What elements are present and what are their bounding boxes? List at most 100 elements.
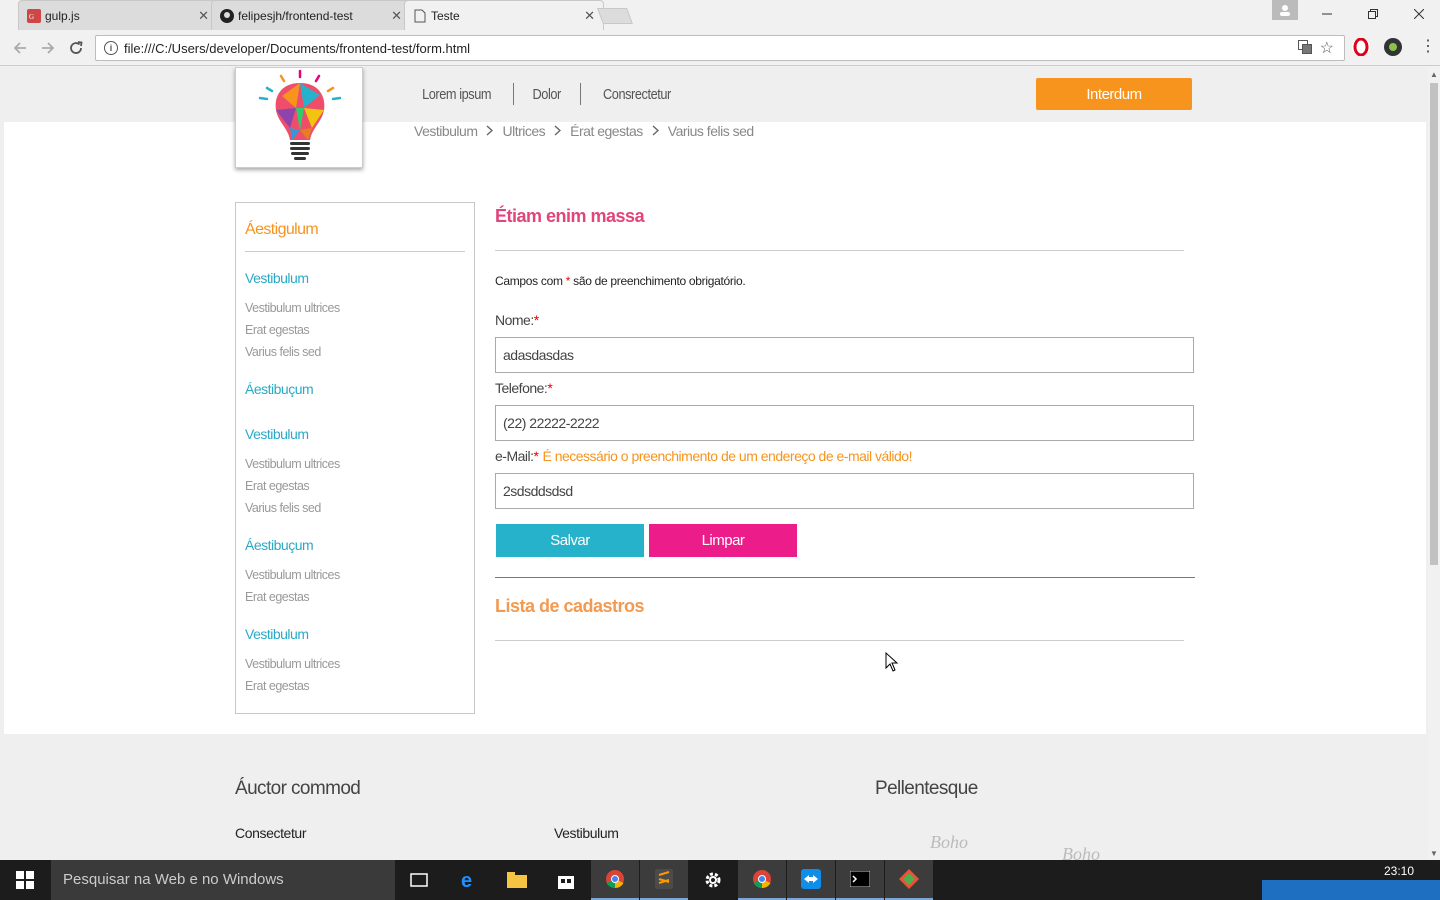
svg-text:e: e	[461, 870, 472, 890]
notification-popup[interactable]	[1262, 880, 1440, 900]
sidebar-item-heading[interactable]: Áestibuçum	[245, 537, 314, 553]
sidebar-item-heading[interactable]: Vestibulum	[245, 270, 309, 286]
email-field[interactable]	[495, 473, 1194, 509]
required-note: Campos com * são de preenchimento obriga…	[495, 274, 746, 288]
sidebar-item-heading[interactable]: Vestibulum	[245, 426, 309, 442]
footer-title: Áuctor commod	[235, 778, 361, 799]
profile-icon[interactable]	[1272, 0, 1298, 20]
sidebar-item[interactable]: Varius felis sed	[245, 345, 321, 359]
required-note-text: são de preenchimento obrigatório.	[570, 274, 746, 288]
name-label: Nome:*	[495, 312, 539, 328]
nav-item-consrectetur[interactable]: Consrectetur	[589, 86, 684, 103]
task-view-icon[interactable]	[395, 860, 443, 900]
translate-icon[interactable]	[1298, 40, 1312, 57]
site-logo[interactable]	[235, 67, 363, 168]
form-title: Étiam enim massa	[495, 206, 645, 226]
sidebar-item[interactable]: Erat egestas	[245, 679, 310, 693]
window-close-icon[interactable]	[1396, 0, 1440, 28]
tab-gulp[interactable]: G gulp.js ✕	[18, 0, 218, 30]
windows-taskbar: Pesquisar na Web e no Windows e 23:10	[0, 860, 1440, 900]
gitkraken-icon[interactable]	[885, 860, 933, 900]
page-scrollbar[interactable]: ▲ ▼	[1428, 67, 1440, 860]
scroll-down-icon[interactable]: ▼	[1428, 846, 1440, 860]
nav-item-lorem-ipsum[interactable]: Lorem ipsum	[408, 86, 504, 103]
document-icon	[413, 9, 427, 23]
required-star: *	[533, 312, 539, 328]
footer-link[interactable]: Vestibulum	[554, 825, 619, 841]
sidebar-item[interactable]: Vestibulum ultrices	[245, 457, 340, 471]
sidebar-item-heading[interactable]: Vestibulum	[245, 626, 309, 642]
sidebar-item[interactable]: Vestibulum ultrices	[245, 657, 340, 671]
file-explorer-icon[interactable]	[493, 860, 541, 900]
taskbar-search[interactable]: Pesquisar na Web e no Windows	[51, 860, 395, 900]
sidebar-title: Áestigulum	[245, 221, 319, 238]
nav-item-dolor[interactable]: Dolor	[519, 86, 575, 103]
nav-divider	[579, 83, 581, 105]
sublime-text-icon[interactable]	[640, 860, 688, 900]
breadcrumb-item[interactable]: Vestibulum	[414, 123, 478, 139]
phone-label: Telefone:*	[495, 380, 553, 396]
breadcrumb-item[interactable]: Varius felis sed	[668, 123, 754, 139]
url-text: file:///C:/Users/developer/Documents/fro…	[124, 41, 471, 56]
breadcrumb-item[interactable]: Ultrices	[502, 123, 545, 139]
sidebar-item[interactable]: Erat egestas	[245, 479, 310, 493]
chrome-icon[interactable]	[738, 860, 786, 900]
back-icon[interactable]	[10, 38, 30, 58]
forward-icon[interactable]	[38, 38, 58, 58]
sidebar-item[interactable]: Varius felis sed	[245, 501, 321, 515]
sidebar-item[interactable]: Vestibulum ultrices	[245, 301, 340, 315]
sidebar-item[interactable]: Erat egestas	[245, 590, 310, 604]
scrollbar-thumb[interactable]	[1430, 83, 1438, 565]
clear-button[interactable]: Limpar	[649, 524, 797, 557]
reload-icon[interactable]	[66, 38, 86, 58]
tab-github[interactable]: felipesjh/frontend-test ✕	[211, 0, 411, 30]
extension-icon[interactable]	[1384, 38, 1402, 56]
mouse-cursor-icon	[885, 652, 899, 672]
divider	[495, 250, 1184, 251]
minimize-icon[interactable]	[1304, 0, 1350, 28]
opera-icon[interactable]	[1352, 37, 1370, 57]
close-icon[interactable]: ✕	[584, 8, 595, 24]
address-bar[interactable]: i file:///C:/Users/developer/Documents/f…	[95, 35, 1345, 61]
teamviewer-icon[interactable]	[787, 860, 835, 900]
menu-icon[interactable]: ⋮	[1420, 36, 1436, 56]
clock[interactable]: 23:10	[1384, 864, 1414, 878]
windows-start-icon[interactable]	[0, 860, 50, 900]
chrome-icon[interactable]	[591, 860, 639, 900]
close-icon[interactable]: ✕	[391, 8, 402, 24]
sidebar-item[interactable]: Erat egestas	[245, 323, 310, 337]
info-icon[interactable]: i	[104, 41, 118, 55]
site-footer: Áuctor commod Consectetur Vestibulum Pel…	[0, 734, 1428, 860]
site-header	[0, 67, 1428, 122]
name-field[interactable]	[495, 337, 1194, 373]
footer-link[interactable]: Consectetur	[235, 825, 306, 841]
required-star: *	[547, 380, 553, 396]
close-icon[interactable]: ✕	[198, 8, 209, 24]
store-icon[interactable]	[542, 860, 590, 900]
restore-icon[interactable]	[1350, 0, 1396, 28]
sidebar-item[interactable]: Vestibulum ultrices	[245, 568, 340, 582]
new-tab-button[interactable]	[597, 8, 633, 24]
sidebar-item-heading[interactable]: Áestibuçum	[245, 381, 314, 397]
boho-logo[interactable]: Boho	[1062, 844, 1100, 860]
boho-logo[interactable]: Boho	[930, 832, 968, 853]
gulp-icon: G	[27, 9, 41, 23]
edge-icon[interactable]: e	[445, 860, 493, 900]
tab-teste[interactable]: Teste ✕	[404, 0, 604, 30]
label-text: Telefone:	[495, 380, 548, 396]
scroll-up-icon[interactable]: ▲	[1428, 67, 1440, 81]
interdum-button[interactable]: Interdum	[1036, 78, 1192, 110]
terminal-icon[interactable]	[836, 860, 884, 900]
nav-divider	[513, 83, 515, 105]
phone-field[interactable]	[495, 405, 1194, 441]
required-star: *	[533, 448, 539, 464]
email-label: e-Mail:* É necessário o preenchimento de …	[495, 448, 912, 464]
settings-gear-icon[interactable]	[689, 860, 737, 900]
browser-toolbar: i file:///C:/Users/developer/Documents/f…	[0, 30, 1440, 66]
save-button[interactable]: Salvar	[496, 524, 644, 557]
chevron-right-icon	[554, 124, 562, 139]
breadcrumb-item[interactable]: Érat egestas	[570, 123, 643, 139]
sidebar: Áestigulum Vestibulum Vestibulum ultrice…	[235, 202, 475, 714]
chevron-right-icon	[652, 124, 659, 139]
bookmark-star-icon[interactable]: ☆	[1320, 38, 1334, 58]
